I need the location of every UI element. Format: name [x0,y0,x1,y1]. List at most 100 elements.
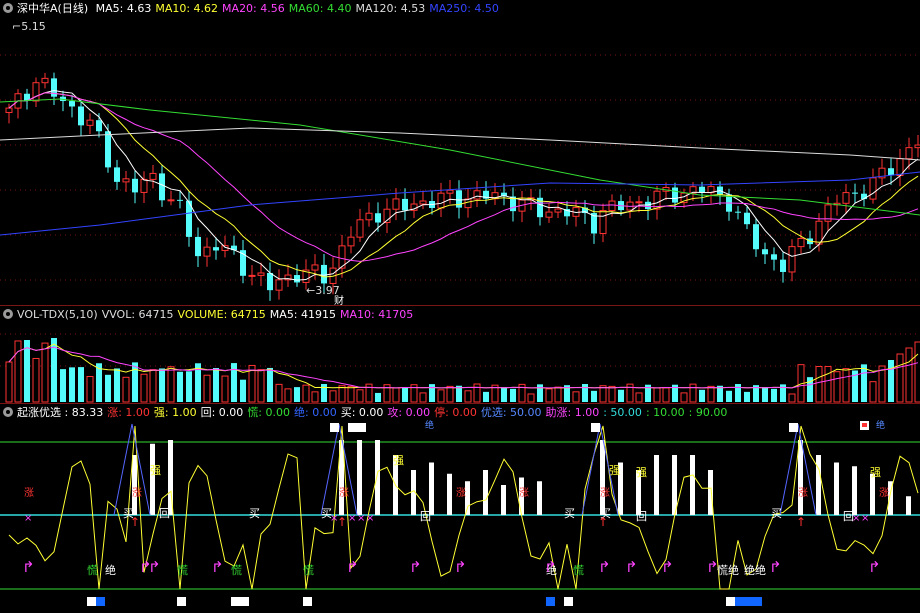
despair-label: 绝 [105,563,116,577]
score-bar [447,473,452,515]
panic-label: 慌 [177,564,188,577]
settings-icon[interactable] [3,309,13,319]
candle-down [132,178,138,193]
candle-up [437,192,445,209]
indicator-chart[interactable]: 买买买买买买回回回回强强强强强慌慌慌慌慌绝绝慌绝 绝绝绝 绝涨涨涨涨涨涨涨涨× × × ×… [0,404,920,613]
candle-up [842,192,850,204]
score-bar [852,466,857,515]
volume-bar-up [140,373,148,403]
bottom-block [744,597,753,606]
volume-bar-up [815,365,823,403]
candle-down [375,213,381,223]
top-block [789,423,798,432]
volume-bar-down [618,389,624,402]
panic-despair-label: 慌绝 [717,563,739,577]
score-bar [816,455,821,515]
score-bar [375,440,380,515]
volume-bar-down [744,391,750,402]
candle-down [699,186,705,193]
volume-bar-down [582,384,588,402]
candlestick-chart[interactable] [0,0,920,306]
volume-bar-up [653,387,661,403]
candle-up [347,236,355,247]
panic-label: 慌 [231,564,242,577]
finance-marker[interactable]: 财 [334,292,344,306]
candle-down [96,120,102,132]
price-panel[interactable]: 深中华A(日线) MA5: 4.63 MA10: 4.62 MA20: 4.56 MA… [0,0,920,306]
panic-label: 慌 [87,564,98,577]
volume-bar-up [824,366,832,403]
bottom-block [753,597,762,606]
volume-bar-down [537,384,543,402]
attack-arrow-icon: ↱ [769,558,782,576]
high-price-label: ⌐5.15 [12,20,46,33]
candle-up [599,210,607,234]
top-block [330,423,339,432]
ind_header-item: 买: 0.00 [340,406,384,419]
score-bar [798,440,803,515]
indicator-panel[interactable]: 起涨优选 : 83.33 涨: 1.00 强: 1.00 回: 0.00 慌: 0.00… [0,404,920,613]
indicator-header: 起涨优选 : 83.33 涨: 1.00 强: 1.00 回: 0.00 慌: 0.00… [3,406,735,420]
attack-arrow-icon: ↱ [211,558,224,576]
price_header-item: MA250: 4.50 [429,2,499,15]
candle-up [248,274,256,277]
volume-bar-down [114,368,120,402]
rise-label: 涨 [879,487,889,499]
candle-down [852,192,858,194]
volume-bar-down [402,387,408,402]
candle-up [41,77,49,84]
cross-marker: × [348,513,356,524]
candle-up [869,177,877,200]
volume-bar-up [833,371,841,403]
volume-bar-down [186,371,192,402]
volume-bar-down [267,367,273,402]
score-bar [483,470,488,515]
strong-label: 强 [150,464,161,477]
volume-bar-up [86,375,94,403]
candle-down [267,272,273,291]
settings-icon[interactable] [3,3,13,13]
blue-tag-label: 绝 [876,419,885,431]
candle-up [140,178,148,193]
volume-bar-up [554,386,562,403]
volume-panel[interactable]: VOL-TDX(5,10) VVOL: 64715 VOLUME: 64715 MA5… [0,306,920,404]
volume-bar-down [726,390,732,402]
score-bar [690,455,695,515]
volume-bar-down [888,360,894,402]
rise-label: 涨 [339,487,349,499]
vol_header-item: MA10: 41705 [340,308,414,321]
ind_header-item: 停: 0.00 [434,406,477,419]
top-block [591,423,600,432]
candle-up [311,264,319,271]
volume-bar-up [608,385,616,403]
candle-up [86,119,94,126]
attack-arrow-icon: ↱ [598,558,611,576]
candle-up [356,219,364,238]
buy-label: 买 [564,507,575,520]
score-bar [132,455,137,515]
candle-up [554,208,562,213]
candle-down [645,201,651,210]
volume-bar-down [132,362,138,402]
score-bar [150,443,155,515]
candle-up [905,147,913,160]
settings-icon[interactable] [3,407,13,417]
price_header-item: MA120: 4.53 [355,2,426,15]
ind_header-item: 起涨优选 : 83.33 [17,406,104,419]
volume-bar-up [446,385,454,403]
volume-bar-up [41,342,49,403]
price_header-item: MA20: 4.56 [222,2,285,15]
candle-down [753,224,759,250]
volume-bar-up [689,383,697,403]
candle-down [177,199,183,201]
candle-up [365,212,373,221]
rise-label: 涨 [456,487,466,499]
candle-up [635,201,643,204]
attack-arrow-icon: ↱ [868,558,881,576]
rise-label: 涨 [798,487,808,499]
ma20-line [8,92,919,262]
volume-bar-up [437,389,445,403]
candle-up [473,190,481,200]
volume-bar-up [869,381,877,403]
volume-bar-up [302,384,310,403]
